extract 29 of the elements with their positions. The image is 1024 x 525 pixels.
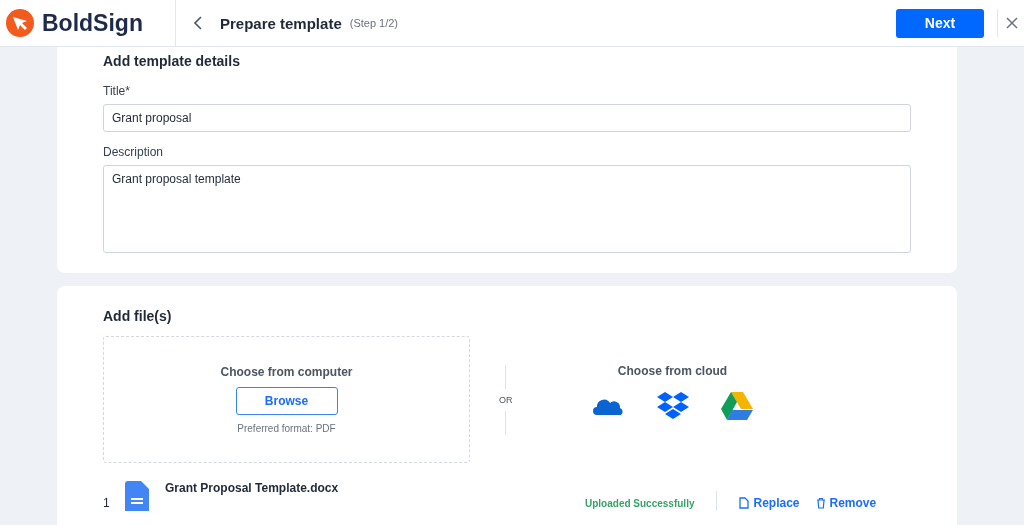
step-indicator: (Step 1/2) [349, 17, 399, 29]
option-label: Choose from cloud [617, 364, 728, 378]
field-label: Description [103, 145, 164, 159]
triangle-icon[interactable] [720, 392, 753, 420]
dropbox-icon[interactable] [656, 392, 689, 420]
replace-link[interactable]: Replace [739, 482, 800, 510]
option-label: Choose from computer [220, 365, 353, 379]
next-button[interactable]: Next [896, 8, 984, 38]
remove-link[interactable]: Remove [815, 482, 877, 510]
close-icon[interactable] [1006, 17, 1018, 29]
title-field[interactable]: Grant proposal [103, 104, 911, 132]
trash-icon [815, 497, 826, 509]
section-heading: Add file(s) [103, 308, 173, 324]
upload-status: Uploaded Successfully [585, 496, 695, 509]
file-index: 1 [103, 495, 111, 510]
page-title: Prepare template [220, 14, 342, 32]
section-heading: Add template details [103, 53, 241, 69]
or-separator: OR [499, 394, 513, 405]
document-icon [125, 481, 149, 511]
logo-icon [6, 9, 34, 37]
field-label: Title* [103, 84, 130, 98]
browse-button[interactable]: Browse [235, 387, 338, 415]
drop-zone[interactable]: Choose from computer Browse Preferred format: PDF [103, 336, 470, 463]
brand-name: BoldSign [42, 9, 143, 37]
format-hint: Preferred format: PDF [237, 423, 336, 434]
document-icon [739, 497, 750, 509]
description-field[interactable]: Grant proposal template [103, 165, 911, 253]
file-name: Grant Proposal Template.docx [165, 481, 340, 495]
back-icon[interactable] [192, 16, 204, 30]
